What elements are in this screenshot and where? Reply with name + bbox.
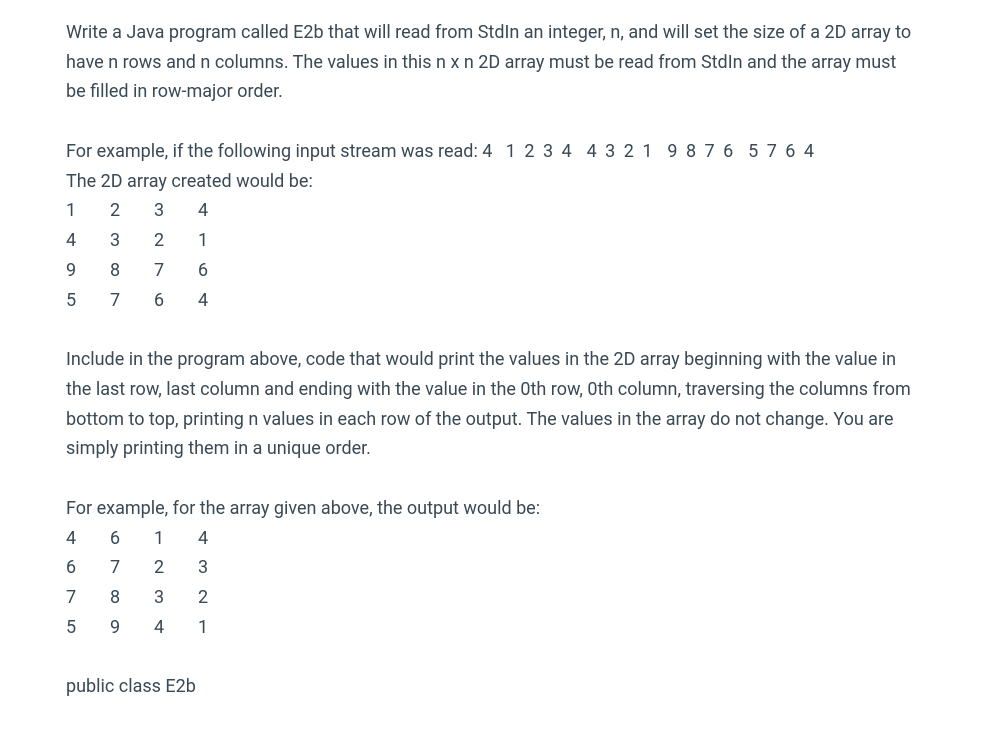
table-cell: 1 — [198, 613, 242, 643]
table-cell: 4 — [154, 613, 198, 643]
table-row: 5 7 6 4 — [66, 286, 916, 316]
example-array-1: 1 2 3 4 4 3 2 1 9 8 7 6 5 7 6 4 — [66, 196, 916, 315]
example-input-prefix: For example, if the following input stre… — [66, 141, 506, 162]
table-cell: 4 — [198, 196, 242, 226]
table-row: 5 9 4 1 — [66, 613, 916, 643]
table-cell: 6 — [66, 553, 110, 583]
table-cell: 5 — [66, 286, 110, 316]
table-cell: 3 — [198, 553, 242, 583]
example-output-intro: For example, for the array given above, … — [66, 494, 916, 524]
table-cell: 7 — [154, 256, 198, 286]
table-cell: 4 — [66, 524, 110, 554]
table-cell: 2 — [154, 226, 198, 256]
table-cell: 1 — [66, 196, 110, 226]
table-cell: 3 — [154, 583, 198, 613]
example-input-numbers: 1 2 3 4 4 3 2 1 9 8 7 6 5 7 6 4 — [506, 141, 816, 162]
table-cell: 3 — [110, 226, 154, 256]
intro-paragraph: Write a Java program called E2b that wil… — [66, 22, 911, 102]
table-cell: 7 — [110, 553, 154, 583]
table-cell: 4 — [198, 286, 242, 316]
table-cell: 3 — [154, 196, 198, 226]
table-cell: 5 — [66, 613, 110, 643]
table-cell: 1 — [198, 226, 242, 256]
table-cell: 4 — [66, 226, 110, 256]
table-cell: 2 — [198, 583, 242, 613]
example-array-2: 4 6 1 4 6 7 2 3 7 8 3 2 5 9 4 1 — [66, 524, 916, 643]
table-cell: 6 — [154, 286, 198, 316]
table-cell: 8 — [110, 256, 154, 286]
table-cell: 9 — [66, 256, 110, 286]
table-cell: 2 — [154, 553, 198, 583]
table-cell: 9 — [110, 613, 154, 643]
code-snippet: public class E2b — [66, 676, 196, 697]
example-array-intro: The 2D array created would be: — [66, 167, 916, 197]
table-cell: 6 — [198, 256, 242, 286]
table-row: 9 8 7 6 — [66, 256, 916, 286]
table-cell: 7 — [110, 286, 154, 316]
table-cell: 6 — [110, 524, 154, 554]
table-row: 4 3 2 1 — [66, 226, 916, 256]
table-row: 1 2 3 4 — [66, 196, 916, 226]
table-cell: 4 — [198, 524, 242, 554]
instruction-paragraph: Include in the program above, code that … — [66, 349, 911, 459]
table-cell: 8 — [110, 583, 154, 613]
table-cell: 7 — [66, 583, 110, 613]
table-cell: 2 — [110, 196, 154, 226]
table-row: 7 8 3 2 — [66, 583, 916, 613]
table-cell: 1 — [154, 524, 198, 554]
table-row: 6 7 2 3 — [66, 553, 916, 583]
table-row: 4 6 1 4 — [66, 524, 916, 554]
